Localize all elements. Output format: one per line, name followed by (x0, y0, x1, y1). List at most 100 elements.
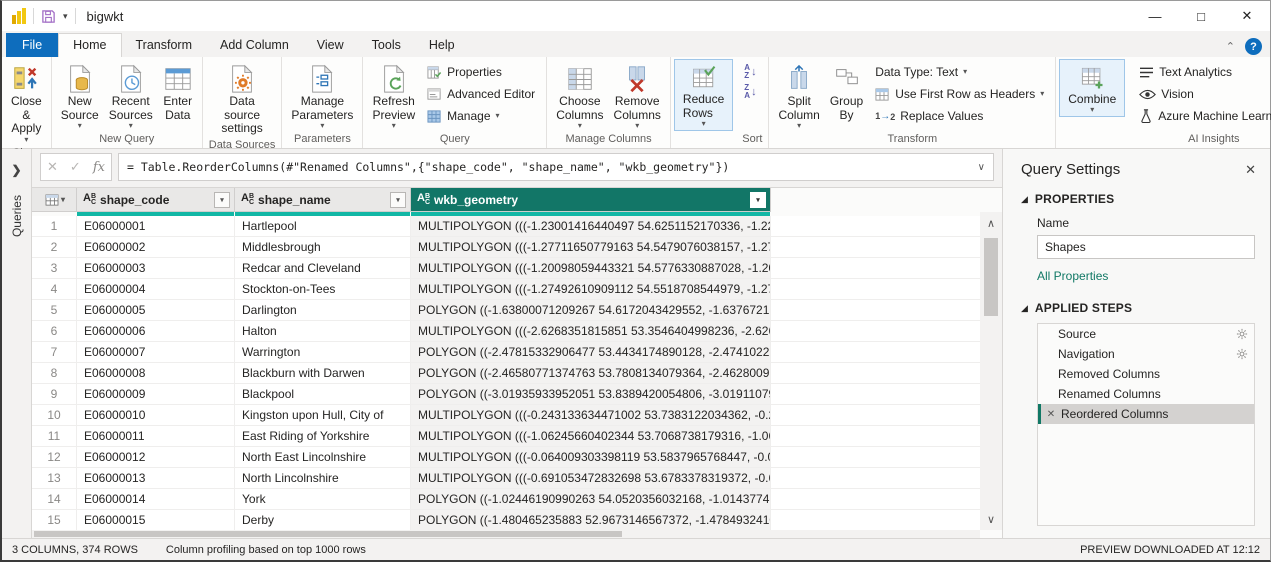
remove-columns-button[interactable]: Remove Columns ▾ (609, 60, 666, 132)
table-cell[interactable]: MULTIPOLYGON (((-1.27492610909112 54.551… (411, 279, 771, 299)
help-icon[interactable]: ? (1245, 38, 1262, 55)
row-number-cell[interactable]: 9 (32, 384, 77, 404)
quick-access-caret-icon[interactable]: ▾ (63, 11, 68, 22)
choose-columns-button[interactable]: Choose Columns ▾ (551, 60, 608, 132)
applied-step-navigation[interactable]: ✕Navigation (1038, 344, 1254, 364)
applied-step-removed-columns[interactable]: ✕Removed Columns (1038, 364, 1254, 384)
table-cell[interactable]: POLYGON ((-1.480465235883 52.96731465673… (411, 510, 771, 530)
row-number-cell[interactable]: 3 (32, 258, 77, 278)
tab-file[interactable]: File (6, 33, 58, 57)
table-cell[interactable]: MULTIPOLYGON (((-1.27711650779163 54.547… (411, 237, 771, 257)
table-cell[interactable]: POLYGON ((-1.02446190990263 54.052035603… (411, 489, 771, 509)
queries-pane-label[interactable]: Queries (10, 195, 24, 237)
table-cell[interactable]: E06000011 (77, 426, 235, 446)
step-settings-gear-icon[interactable] (1236, 348, 1248, 360)
sort-descending-button[interactable]: ZA ↓ (744, 84, 756, 100)
all-properties-link[interactable]: All Properties (1037, 269, 1256, 283)
table-cell[interactable]: Hartlepool (235, 216, 411, 236)
tab-add-column[interactable]: Add Column (206, 34, 303, 57)
advanced-editor-button[interactable]: Advanced Editor (424, 84, 538, 104)
row-number-cell[interactable]: 6 (32, 321, 77, 341)
row-number-cell[interactable]: 1 (32, 216, 77, 236)
manage-button[interactable]: Manage ▾ (424, 106, 538, 126)
table-cell[interactable]: MULTIPOLYGON (((-0.691053472832698 53.67… (411, 468, 771, 488)
row-number-cell[interactable]: 12 (32, 447, 77, 467)
table-cell[interactable]: Kingston upon Hull, City of (235, 405, 411, 425)
tab-view[interactable]: View (303, 34, 358, 57)
close-panel-icon[interactable]: ✕ (1245, 162, 1256, 178)
manage-parameters-button[interactable]: Manage Parameters ▾ (286, 60, 358, 132)
maximize-button[interactable]: □ (1178, 1, 1224, 31)
use-first-row-as-headers-button[interactable]: Use First Row as Headers ▾ (872, 84, 1047, 104)
horizontal-scroll-thumb[interactable] (34, 531, 622, 537)
formula-fx-icon[interactable]: fx (93, 160, 105, 175)
table-cell[interactable]: MULTIPOLYGON (((-1.23001416440497 54.625… (411, 216, 771, 236)
sort-ascending-button[interactable]: AZ ↓ (744, 64, 756, 80)
table-cell[interactable]: Derby (235, 510, 411, 530)
table-cell[interactable]: MULTIPOLYGON (((-0.243133634471002 53.73… (411, 405, 771, 425)
text-analytics-button[interactable]: Text Analytics (1136, 62, 1271, 82)
query-name-input[interactable] (1037, 235, 1255, 259)
row-number-cell[interactable]: 14 (32, 489, 77, 509)
table-cell[interactable]: E06000015 (77, 510, 235, 530)
close-and-apply-button[interactable]: Close & Apply ▾ (6, 60, 47, 146)
table-cell[interactable]: Blackpool (235, 384, 411, 404)
table-cell[interactable]: E06000003 (77, 258, 235, 278)
table-cell[interactable]: E06000012 (77, 447, 235, 467)
formula-confirm-icon[interactable]: ✓ (70, 159, 81, 175)
horizontal-scrollbar[interactable] (32, 530, 980, 538)
table-cell[interactable]: Blackburn with Darwen (235, 363, 411, 383)
formula-expand-icon[interactable]: ∨ (972, 162, 985, 173)
filter-dropdown-button[interactable]: ▾ (750, 192, 766, 208)
table-cell[interactable]: Redcar and Cleveland (235, 258, 411, 278)
expand-queries-pane-icon[interactable]: ❯ (11, 163, 21, 177)
table-cell[interactable]: POLYGON ((-2.46580771374763 53.780813407… (411, 363, 771, 383)
grid-corner-menu-button[interactable]: ▾ (32, 188, 77, 212)
data-type-button[interactable]: Data Type: Text ▾ (872, 62, 1047, 82)
formula-text[interactable]: = Table.ReorderColumns(#"Renamed Columns… (127, 160, 972, 174)
scroll-up-icon[interactable]: ∧ (980, 212, 1002, 234)
step-settings-gear-icon[interactable] (1236, 328, 1248, 340)
row-number-cell[interactable]: 5 (32, 300, 77, 320)
collapse-ribbon-icon[interactable]: ⌃ (1226, 40, 1235, 53)
vertical-scroll-thumb[interactable] (984, 238, 998, 316)
formula-cancel-icon[interactable]: ✕ (47, 159, 58, 175)
combine-button[interactable]: Combine ▾ (1059, 59, 1125, 117)
recent-sources-button[interactable]: Recent Sources ▾ (104, 60, 158, 132)
table-cell[interactable]: E06000008 (77, 363, 235, 383)
table-cell[interactable]: POLYGON ((-1.63800071209267 54.617204342… (411, 300, 771, 320)
column-header-shape-name[interactable]: ABC shape_name ▾ (235, 188, 411, 212)
table-cell[interactable]: E06000007 (77, 342, 235, 362)
applied-step-source[interactable]: ✕Source (1038, 324, 1254, 344)
table-cell[interactable]: MULTIPOLYGON (((-2.6268351815851 53.3546… (411, 321, 771, 341)
minimize-button[interactable]: — (1132, 1, 1178, 31)
split-column-button[interactable]: Split Column ▾ (773, 60, 824, 132)
delete-step-icon[interactable]: ✕ (1041, 409, 1061, 420)
azure-ml-button[interactable]: Azure Machine Learning (1136, 106, 1271, 126)
filter-dropdown-button[interactable]: ▾ (390, 192, 406, 208)
replace-values-button[interactable]: 1→2 Replace Values (872, 106, 1047, 126)
table-cell[interactable]: E06000004 (77, 279, 235, 299)
applied-step-reordered-columns[interactable]: ✕Reordered Columns (1038, 404, 1254, 424)
group-by-button[interactable]: Group By (825, 60, 868, 132)
vertical-scrollbar[interactable]: ∧ ∨ (980, 212, 1002, 530)
reduce-rows-button[interactable]: Reduce Rows ▾ (674, 59, 733, 131)
column-header-wkb-geometry[interactable]: ABC wkb_geometry ▾ (411, 188, 771, 212)
row-number-cell[interactable]: 15 (32, 510, 77, 530)
row-number-cell[interactable]: 2 (32, 237, 77, 257)
row-number-cell[interactable]: 8 (32, 363, 77, 383)
vision-button[interactable]: Vision (1136, 84, 1271, 104)
table-cell[interactable]: POLYGON ((-2.47815332906477 53.443417489… (411, 342, 771, 362)
table-cell[interactable]: E06000013 (77, 468, 235, 488)
table-cell[interactable]: E06000009 (77, 384, 235, 404)
row-number-cell[interactable]: 4 (32, 279, 77, 299)
table-cell[interactable]: MULTIPOLYGON (((-1.20098059443321 54.577… (411, 258, 771, 278)
properties-button[interactable]: Properties (424, 62, 538, 82)
table-cell[interactable]: Darlington (235, 300, 411, 320)
save-icon[interactable] (41, 9, 56, 24)
status-profiling-info[interactable]: Column profiling based on top 1000 rows (166, 544, 366, 556)
table-cell[interactable]: North East Lincolnshire (235, 447, 411, 467)
table-cell[interactable]: Stockton-on-Tees (235, 279, 411, 299)
table-cell[interactable]: E06000010 (77, 405, 235, 425)
table-cell[interactable]: Warrington (235, 342, 411, 362)
